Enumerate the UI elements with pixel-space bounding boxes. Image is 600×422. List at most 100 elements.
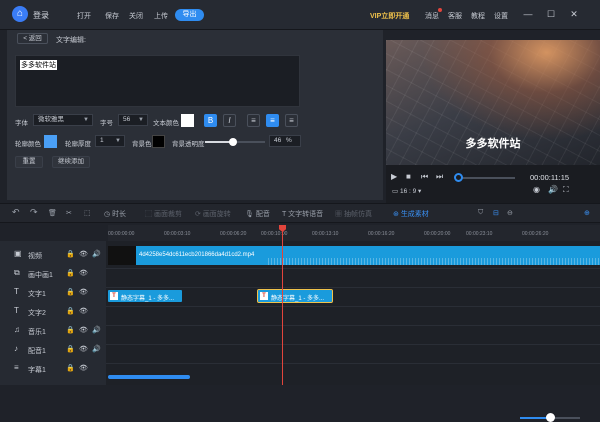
font-select[interactable]: 微软雅黑 ▼ <box>33 114 93 126</box>
chevron-down-icon: ▾ <box>416 188 422 195</box>
vip-link[interactable]: VIP立即开通 <box>370 11 409 21</box>
close-icon[interactable]: ✕ <box>568 8 580 20</box>
frame-button[interactable]: ▦ 抽帧仿真 <box>335 209 372 219</box>
chevron-down-icon: ▼ <box>138 117 144 123</box>
editor-title: 文字编辑: <box>56 37 86 44</box>
delete-icon[interactable]: 🗑 <box>48 209 57 217</box>
maximize-icon[interactable]: ☐ <box>545 8 557 20</box>
bold-button[interactable]: B <box>204 114 217 127</box>
menu-support[interactable]: 客服 <box>448 11 462 21</box>
play-icon[interactable]: ▶ <box>391 172 397 181</box>
timeline-tracks[interactable]: 4d4258e54dc611ecb201866da4d1cd2.mp4 T 静态… <box>106 241 600 385</box>
subtitle-clip-selected[interactable]: T 静态字幕_1 - 多多... <box>257 289 333 303</box>
eye-icon[interactable]: 👁 <box>79 326 88 334</box>
prev-frame-icon[interactable]: ⏮ <box>421 172 428 182</box>
text-track-icon: T <box>14 306 19 315</box>
lock-icon[interactable]: 🔒 <box>66 345 75 353</box>
video-clip[interactable]: 4d4258e54dc611ecb201866da4d1cd2.mp4 <box>108 246 600 265</box>
menu-save[interactable]: 保存 <box>105 11 119 21</box>
marker-icon[interactable]: ⛉ <box>478 209 483 217</box>
menu-upload[interactable]: 上传 <box>154 11 168 21</box>
continue-add-button[interactable]: 继续添加 <box>52 156 90 168</box>
subtitle-clip-name: 静态字幕_1 - 多多... <box>271 296 325 302</box>
lane-divider <box>106 268 600 269</box>
eye-icon[interactable]: 👁 <box>79 364 88 372</box>
lock-icon[interactable]: 🔒 <box>66 288 75 296</box>
redo-icon[interactable]: ↷ <box>30 207 38 218</box>
text-input[interactable]: 多多软件站 <box>15 55 300 107</box>
split-icon[interactable]: ✂ <box>66 209 72 217</box>
text-editor-panel: < 返回 文字编辑: 多多软件站 字体 微软雅黑 ▼ 字号 56 ▼ 文本颜色 … <box>7 30 383 200</box>
lock-icon[interactable]: 🔒 <box>66 269 75 277</box>
playhead[interactable] <box>282 226 283 385</box>
rotate-icon: ⟳ <box>195 211 203 218</box>
align-right-button[interactable]: ≡ <box>285 114 298 127</box>
lock-icon[interactable]: 🔒 <box>66 364 75 372</box>
fit-icon[interactable]: ⊟ <box>493 209 499 217</box>
lock-icon[interactable]: 🔒 <box>66 326 75 334</box>
zoom-out-icon[interactable]: ⊖ <box>507 209 513 217</box>
rotate-button[interactable]: ⟳ 画面旋转 <box>195 209 231 219</box>
lock-icon[interactable]: 🔒 <box>66 307 75 315</box>
bg-opacity-input[interactable]: 46 % <box>269 135 301 147</box>
back-button[interactable]: < 返回 <box>17 33 48 44</box>
mic-icon: 🎙 <box>245 211 256 218</box>
volume-icon[interactable]: 🔊 <box>92 250 101 258</box>
tts-label: 文字转语音 <box>288 211 324 218</box>
eye-icon[interactable]: 👁 <box>79 250 88 258</box>
size-select[interactable]: 56 ▼ <box>118 114 148 126</box>
preview-progress-track[interactable] <box>455 177 515 179</box>
timeline-toolbar: ↶ ↷ 🗑 ✂ ⬚ ◷ 时长 ⬚ 画面裁剪 ⟳ 画面旋转 🎙 配音 T 文字转语… <box>0 203 600 422</box>
menu-tutorial[interactable]: 教程 <box>471 11 485 21</box>
volume-icon[interactable]: 🔊 <box>92 345 101 353</box>
stop-icon[interactable]: ■ <box>406 172 411 181</box>
outline-color-swatch[interactable] <box>44 135 57 148</box>
crop-icon[interactable]: ⬚ <box>84 209 91 217</box>
export-button[interactable]: 导出 <box>175 9 204 21</box>
zoom-in-icon[interactable]: ⊕ <box>584 209 590 217</box>
subtitle-clip[interactable]: T 静态字幕_1 - 多多... <box>108 290 182 302</box>
size-label: 字号 <box>100 120 113 127</box>
fullscreen-icon[interactable]: ⛶ <box>563 185 569 195</box>
aspect-ratio-select[interactable]: ▭ 16 : 9 ▾ <box>392 187 421 195</box>
login-link[interactable]: 登录 <box>33 10 49 21</box>
bg-opacity-slider-handle[interactable] <box>228 138 237 146</box>
tts-button[interactable]: T 文字转语音 <box>282 209 323 219</box>
reset-button[interactable]: 重置 <box>15 156 43 168</box>
generate-button[interactable]: ⊛ 生成素材 <box>393 209 429 219</box>
zoom-slider-handle[interactable] <box>546 413 555 422</box>
bg-opacity-value: 46 <box>274 137 282 144</box>
top-bar: ⌂ 登录 打开 保存 关闭 上传 导出 VIP立即开通 消息 客服 教程 设置 … <box>0 0 600 30</box>
lock-icon[interactable]: 🔒 <box>66 250 75 258</box>
bg-color-swatch[interactable] <box>152 135 165 148</box>
align-center-button[interactable]: ≡ <box>266 114 279 127</box>
timeline-ruler[interactable]: 00:00:00:00 00:00:03:10 00:00:06:20 00:0… <box>108 225 600 241</box>
menu-close[interactable]: 关闭 <box>129 11 143 21</box>
outline-width-select[interactable]: 1 ▼ <box>95 135 125 147</box>
menu-open[interactable]: 打开 <box>77 11 91 21</box>
align-left-button[interactable]: ≡ <box>247 114 260 127</box>
eye-icon[interactable]: 👁 <box>79 288 88 296</box>
crop-label: 画面裁剪 <box>153 211 182 218</box>
crop-button[interactable]: ⬚ 画面裁剪 <box>145 209 182 219</box>
menu-messages[interactable]: 消息 <box>425 11 439 21</box>
italic-button[interactable]: I <box>223 114 236 127</box>
eye-icon[interactable]: 👁 <box>79 269 88 277</box>
ruler-tick: 00:00:10:00 <box>261 231 288 237</box>
duration-button[interactable]: ◷ 时长 <box>104 209 126 219</box>
video-thumbnail <box>108 246 136 265</box>
eye-icon[interactable]: 👁 <box>79 307 88 315</box>
text-color-swatch[interactable] <box>181 114 194 127</box>
eye-icon[interactable]: 👁 <box>79 345 88 353</box>
dubbing-button[interactable]: 🎙 配音 <box>245 209 270 219</box>
aspect-ratio-value: 16 : 9 <box>399 188 417 195</box>
menu-settings[interactable]: 设置 <box>494 11 508 21</box>
camera-icon[interactable]: ◉ <box>533 185 540 194</box>
timeline-scrollbar[interactable] <box>108 375 190 379</box>
undo-icon[interactable]: ↶ <box>12 207 20 218</box>
minimize-icon[interactable]: — <box>522 8 534 20</box>
preview-progress-handle[interactable] <box>454 173 463 182</box>
volume-icon[interactable]: 🔊 <box>548 185 558 194</box>
next-frame-icon[interactable]: ⏭ <box>436 172 443 182</box>
volume-icon[interactable]: 🔊 <box>92 326 101 334</box>
